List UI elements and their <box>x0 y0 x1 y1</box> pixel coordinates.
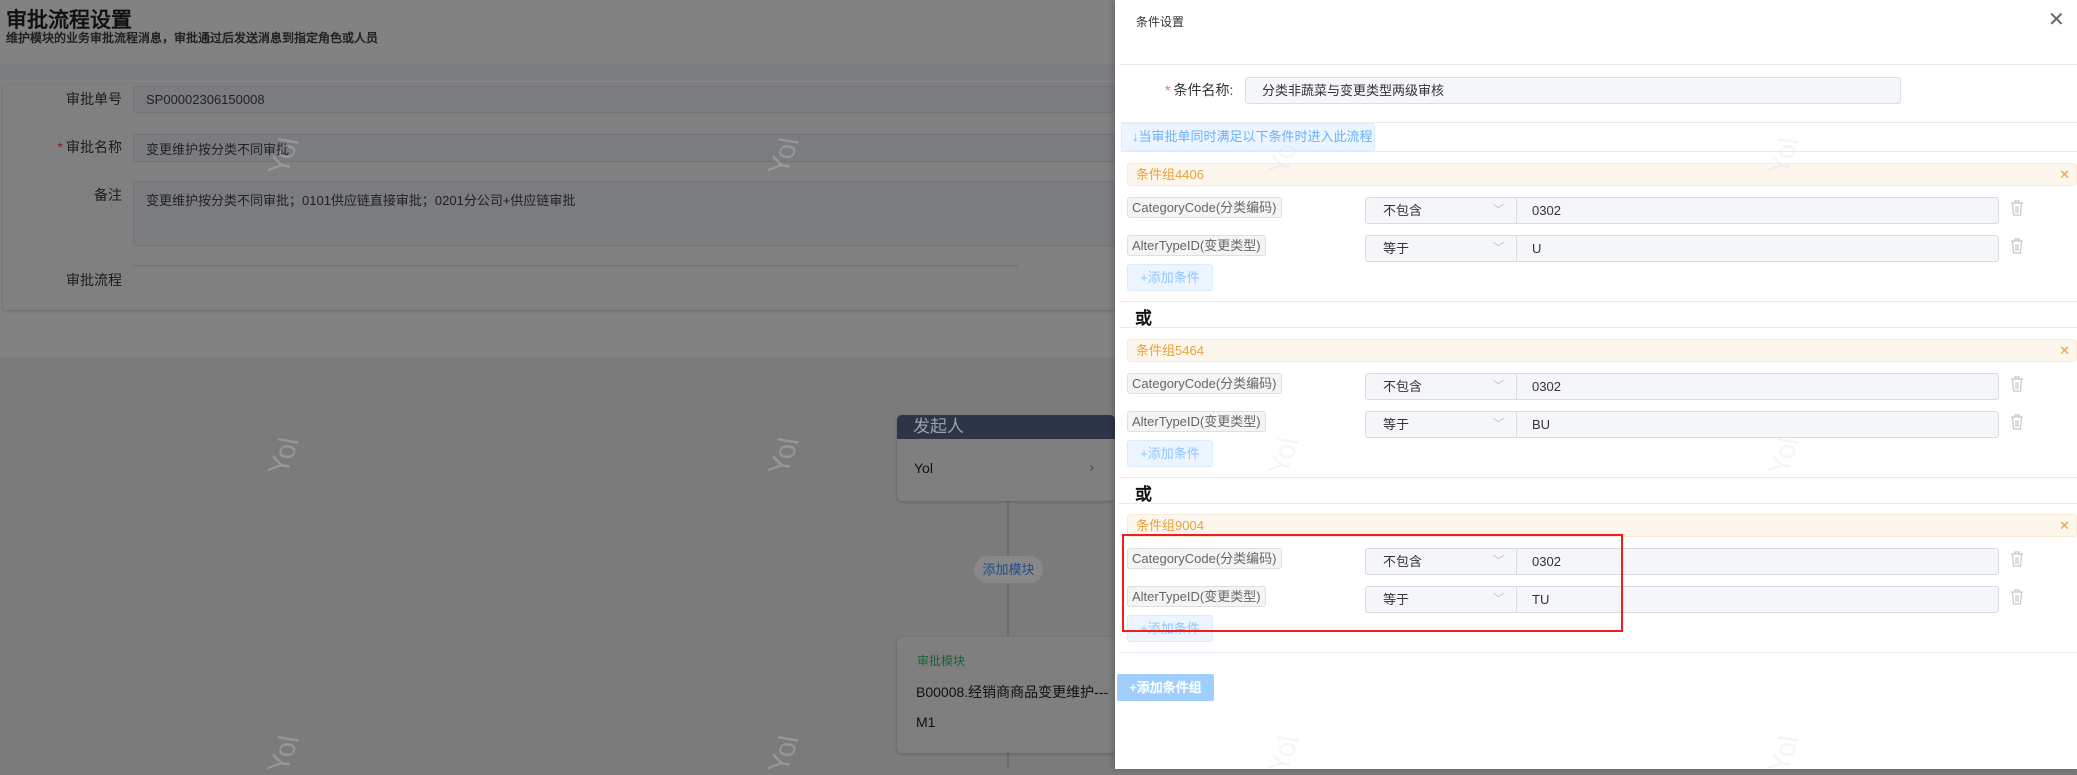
divider <box>1119 151 2077 152</box>
condition-value-input[interactable]: 0302 <box>1516 197 1999 224</box>
condition-value-input[interactable]: 0302 <box>1516 548 1999 575</box>
divider <box>1119 64 2077 65</box>
add-condition-button[interactable]: +添加条件 <box>1127 615 1213 642</box>
condition-value-input[interactable]: BU <box>1516 411 1999 438</box>
condition-value-input[interactable]: 0302 <box>1516 373 1999 400</box>
page-subtitle: 维护模块的业务审批流程消息，审批通过后发送消息到指定角色或人员 <box>6 31 379 45</box>
operator-select[interactable]: 不包含 ﹀ <box>1365 373 1516 400</box>
divider <box>1119 301 2077 302</box>
condition-value-input[interactable]: TU <box>1516 586 1999 613</box>
trash-icon[interactable] <box>2010 200 2024 216</box>
watermark: Yol <box>761 733 806 775</box>
condition-group-header: 条件组4406 ✕ <box>1127 163 2077 186</box>
initiator-node[interactable]: 发起人 Yol › <box>897 415 1115 501</box>
remove-group-icon[interactable]: ✕ <box>2059 164 2070 185</box>
name-input[interactable]: 变更维护按分类不同审批 <box>133 134 1115 162</box>
number-input[interactable]: SP00002306150008 <box>133 86 1115 113</box>
initiator-title: 发起人 <box>897 415 1115 439</box>
chevron-down-icon: ﹀ <box>1493 242 1504 254</box>
remark-label: 备注 <box>94 187 122 203</box>
chevron-down-icon: ﹀ <box>1493 555 1504 567</box>
chevron-down-icon: ﹀ <box>1493 418 1504 430</box>
trash-icon[interactable] <box>2010 238 2024 254</box>
condition-field[interactable]: AlterTypeID(变更类型) <box>1127 411 1266 432</box>
separator-band <box>0 64 1115 80</box>
remove-group-icon[interactable]: ✕ <box>2059 515 2070 536</box>
add-condition-button[interactable]: +添加条件 <box>1127 264 1213 291</box>
trash-icon[interactable] <box>2010 589 2024 605</box>
divider <box>1119 327 2077 328</box>
name-label: * 审批名称 <box>57 139 122 155</box>
chevron-down-icon: ﹀ <box>1493 380 1504 392</box>
chevron-down-icon: ﹀ <box>1493 593 1504 605</box>
module-title: 审批模块 <box>917 654 966 668</box>
or-separator: 或 <box>1135 485 1152 504</box>
add-group-button[interactable]: +添加条件组 <box>1117 674 1214 701</box>
watermark: Yol <box>261 733 306 775</box>
condition-name-label: * 条件名称: <box>1165 82 1234 98</box>
number-label: 审批单号 <box>66 91 122 107</box>
operator-select[interactable]: 等于 ﹀ <box>1365 235 1516 262</box>
remark-textarea[interactable]: 变更维护按分类不同审批；0101供应链直接审批；0201分公司+供应链审批 <box>133 181 1115 246</box>
trash-icon[interactable] <box>2010 414 2024 430</box>
chevron-right-icon: › <box>1089 459 1095 476</box>
condition-value-input[interactable]: U <box>1516 235 1999 262</box>
remove-group-icon[interactable]: ✕ <box>2059 340 2070 361</box>
divider <box>1119 477 2077 478</box>
page-background: 审批流程设置 维护模块的业务审批流程消息，审批通过后发送消息到指定角色或人员 审… <box>0 0 1115 774</box>
condition-field[interactable]: CategoryCode(分类编码) <box>1127 197 1282 218</box>
flow-label: 审批流程 <box>66 272 122 288</box>
condition-field[interactable]: AlterTypeID(变更类型) <box>1127 586 1266 607</box>
trash-icon[interactable] <box>2010 551 2024 567</box>
watermark: Yol <box>1261 435 1306 477</box>
watermark: Yol <box>1261 733 1306 775</box>
approval-module-node[interactable]: 审批模块 B00008.经销商商品变更维护---M1 <box>897 637 1115 753</box>
or-separator: 或 <box>1135 309 1152 328</box>
divider <box>1119 652 2077 653</box>
watermark: Yol <box>761 435 806 477</box>
drawer-title: 条件设置 <box>1136 15 1185 29</box>
condition-field[interactable]: CategoryCode(分类编码) <box>1127 373 1282 394</box>
operator-select[interactable]: 等于 ﹀ <box>1365 586 1516 613</box>
condition-field[interactable]: CategoryCode(分类编码) <box>1127 548 1282 569</box>
add-condition-button[interactable]: +添加条件 <box>1127 440 1213 467</box>
condition-group-header: 条件组9004 ✕ <box>1127 514 2077 537</box>
condition-field[interactable]: AlterTypeID(变更类型) <box>1127 235 1266 256</box>
chevron-down-icon: ﹀ <box>1493 204 1504 216</box>
watermark: Yol <box>1761 733 1806 775</box>
watermark: Yol <box>261 435 306 477</box>
operator-select[interactable]: 不包含 ﹀ <box>1365 197 1516 224</box>
condition-group-header: 条件组5464 ✕ <box>1127 339 2077 362</box>
condition-drawer: 条件设置 ✕ * 条件名称: 分类非蔬菜与变更类型两级审核 ↓当审批单同时满足以下… <box>1115 0 2077 774</box>
module-name: B00008.经销商商品变更维护---M1 <box>916 684 1109 730</box>
condition-tip: ↓当审批单同时满足以下条件时进入此流程 <box>1121 123 1375 151</box>
divider <box>1119 503 2077 504</box>
operator-select[interactable]: 不包含 ﹀ <box>1365 548 1516 575</box>
trash-icon[interactable] <box>2010 376 2024 392</box>
close-icon[interactable]: ✕ <box>2048 7 2065 32</box>
initiator-value: Yol <box>914 460 933 476</box>
watermark: Yol <box>1761 435 1806 477</box>
operator-select[interactable]: 等于 ﹀ <box>1365 411 1516 438</box>
add-module-button[interactable]: 添加模块 <box>974 556 1043 583</box>
condition-name-input[interactable]: 分类非蔬菜与变更类型两级审核 <box>1245 77 1901 104</box>
divider <box>133 265 1018 267</box>
